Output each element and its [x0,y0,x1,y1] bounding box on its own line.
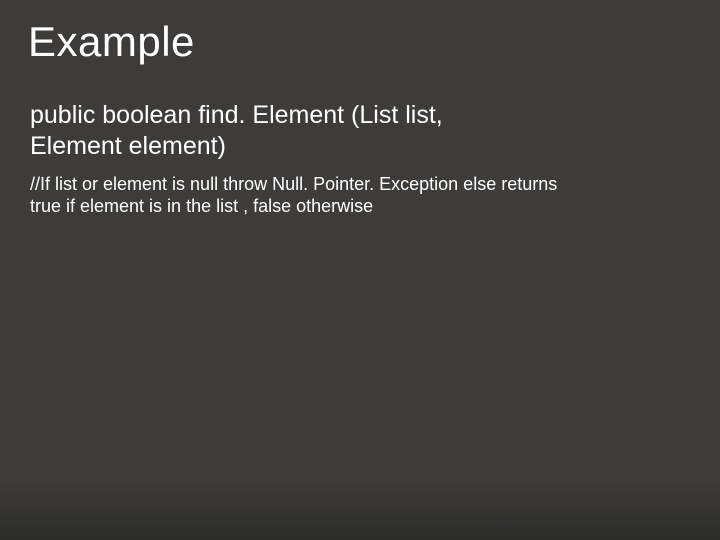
comment-line-1: //If list or element is null throw Null.… [30,174,557,194]
slide-title: Example [28,18,692,66]
slide: Example public boolean find. Element (Li… [0,0,720,540]
code-signature: public boolean find. Element (List list,… [28,100,692,163]
bottom-gradient [0,480,720,540]
comment-line-2: true if element is in the list , false o… [30,196,373,216]
code-line-1: public boolean find. Element (List list, [30,101,443,129]
code-line-2: Element element) [30,132,226,160]
code-comment: //If list or element is null throw Null.… [28,173,692,218]
